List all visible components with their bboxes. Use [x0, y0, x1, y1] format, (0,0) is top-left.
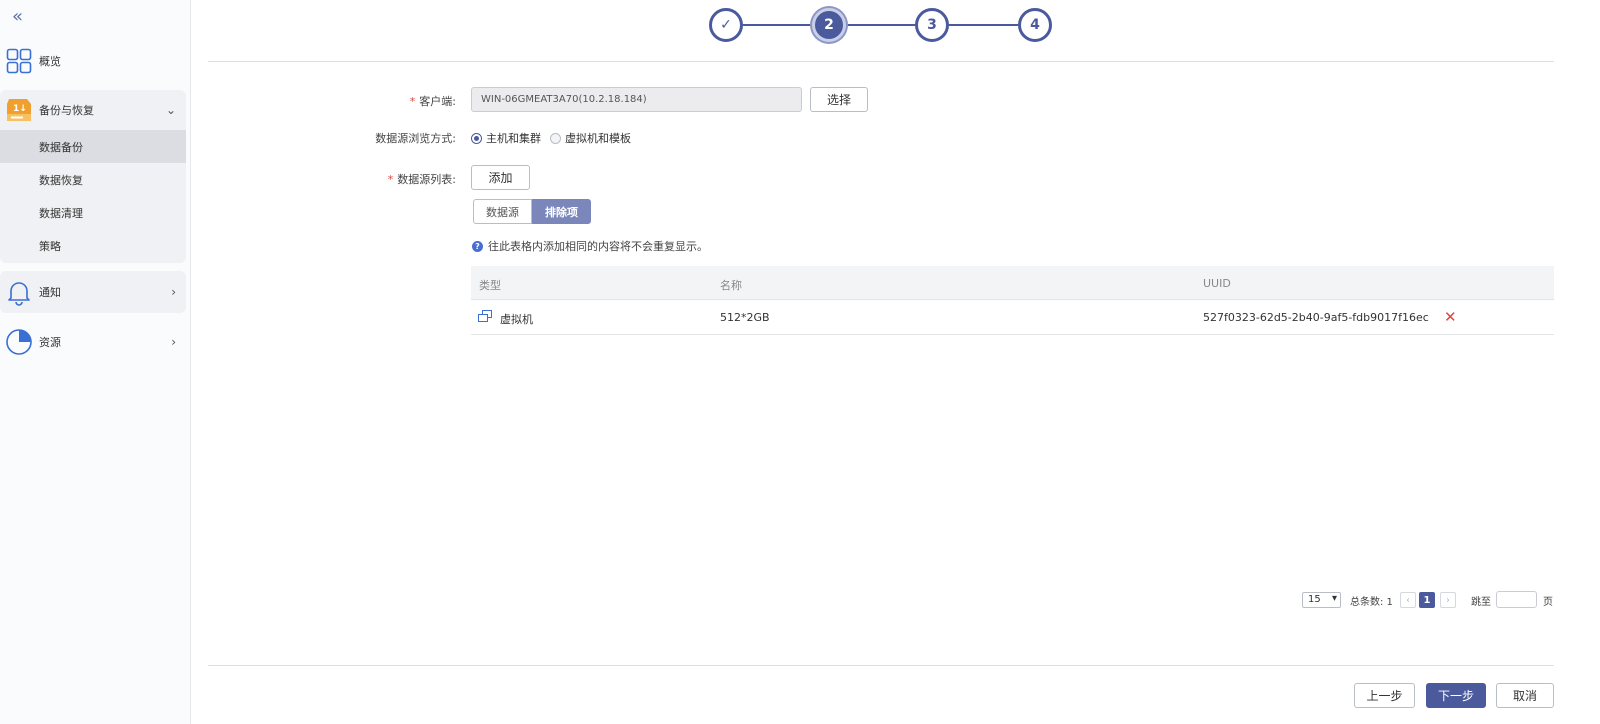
delete-row-icon[interactable]: ✕	[1444, 308, 1457, 326]
nav-label-resource: 资源	[39, 336, 61, 349]
pie-icon	[5, 328, 33, 356]
prev-page-button[interactable]: ‹	[1400, 592, 1416, 608]
collapse-sidebar-icon[interactable]: «	[12, 6, 23, 27]
svg-text:1↓: 1↓	[13, 104, 27, 114]
sidebar-item-data-cleanup[interactable]: 数据清理	[0, 196, 186, 229]
cell-name: 512*2GB	[720, 311, 770, 324]
page-size-select[interactable]: 15	[1302, 592, 1341, 608]
grid-icon	[5, 47, 33, 75]
nav-item-resource[interactable]: 资源 ›	[0, 327, 186, 357]
step-connector	[743, 24, 812, 26]
datasource-list-label: * 数据源列表:	[387, 173, 456, 186]
step-connector	[949, 24, 1018, 26]
chevron-down-icon: ⌄	[165, 103, 176, 117]
select-client-button[interactable]: 选择	[810, 87, 868, 112]
client-field[interactable]: WIN-06GMEAT3A70(10.2.18.184)	[471, 87, 802, 112]
tab-exclusions[interactable]: 排除项	[532, 199, 591, 224]
browse-mode-radio-group: 主机和集群 虚拟机和模板	[471, 130, 640, 146]
radio-label-host-cluster[interactable]: 主机和集群	[486, 130, 541, 146]
step-2-current: 2	[812, 8, 846, 42]
add-datasource-button[interactable]: 添加	[471, 165, 530, 190]
chevron-right-icon: ›	[171, 285, 176, 299]
chevron-right-icon: ›	[171, 335, 176, 349]
prev-step-button[interactable]: 上一步	[1354, 683, 1415, 708]
sidebar-item-policy[interactable]: 策略	[0, 229, 186, 262]
tab-datasource[interactable]: 数据源	[473, 199, 532, 224]
stepper: ✓ 2 3 4	[709, 8, 1054, 44]
backup-drive-icon: 1↓	[5, 96, 33, 124]
next-step-button[interactable]: 下一步	[1426, 683, 1486, 708]
nav-item-notify[interactable]: 通知 ›	[0, 277, 186, 307]
client-label: * 客户端:	[409, 95, 456, 108]
nav-label-notify: 通知	[39, 286, 61, 299]
column-header-uuid: UUID	[1203, 277, 1231, 290]
jump-label: 跳至	[1471, 596, 1491, 608]
sidebar-item-data-backup[interactable]: 数据备份	[0, 130, 186, 163]
step-3: 3	[915, 8, 949, 42]
total-count: 总条数: 1	[1350, 596, 1393, 608]
jump-page-input[interactable]	[1496, 591, 1537, 608]
column-header-type: 类型	[479, 279, 501, 292]
table-row[interactable]: 虚拟机 512*2GB 527f0323-62d5-2b40-9af5-fdb9…	[471, 300, 1554, 335]
table-header: 类型 名称 UUID	[471, 266, 1554, 300]
page-button-current[interactable]: 1	[1419, 592, 1435, 608]
radio-vm-template[interactable]	[550, 132, 561, 144]
divider	[208, 61, 1554, 62]
nav-item-overview[interactable]: 概览	[0, 46, 186, 76]
page-suffix: 页	[1543, 596, 1553, 608]
help-icon: ?	[472, 240, 483, 252]
column-header-name: 名称	[720, 279, 742, 292]
nav-item-backup[interactable]: 1↓ 备份与恢复 ⌄	[0, 94, 186, 126]
divider	[208, 665, 1554, 666]
nav-label-overview: 概览	[39, 55, 61, 68]
nav-label-backup: 备份与恢复	[39, 104, 94, 117]
bell-icon	[5, 278, 33, 306]
browse-mode-label: 数据源浏览方式:	[375, 132, 456, 145]
step-4: 4	[1018, 8, 1052, 42]
sidebar: « 概览 1↓ 备份与恢复 ⌄ 数据备份 数据恢复 数据清理 策略 通知 › 资…	[0, 0, 191, 724]
virtual-machine-icon	[478, 310, 492, 322]
cancel-button[interactable]: 取消	[1496, 683, 1554, 708]
next-page-button[interactable]: ›	[1440, 592, 1456, 608]
sidebar-item-data-restore[interactable]: 数据恢复	[0, 163, 186, 196]
exclusions-table: 类型 名称 UUID 虚拟机 512*2GB 527f0323-62d5-2b4…	[471, 266, 1554, 335]
radio-host-cluster[interactable]	[471, 132, 482, 144]
cell-uuid: 527f0323-62d5-2b40-9af5-fdb9017f16ec	[1203, 311, 1429, 324]
step-connector	[846, 24, 915, 26]
cell-type: 虚拟机	[500, 313, 533, 326]
datasource-tabs: 数据源 排除项	[473, 199, 591, 224]
radio-label-vm-template[interactable]: 虚拟机和模板	[565, 130, 631, 146]
hint-text: ? 往此表格内添加相同的内容将不会重复显示。	[472, 238, 708, 254]
step-1-done-icon: ✓	[709, 8, 743, 42]
hint-message: 往此表格内添加相同的内容将不会重复显示。	[488, 240, 708, 253]
